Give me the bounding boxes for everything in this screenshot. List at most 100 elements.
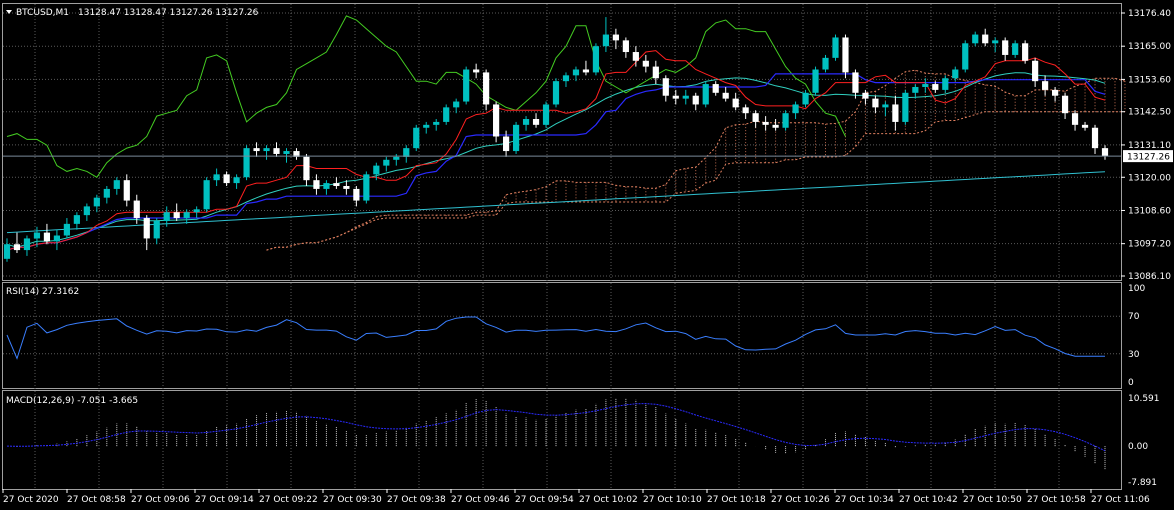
candle-body: [762, 121, 769, 125]
candle-body: [333, 183, 340, 187]
candle-body: [323, 183, 330, 189]
candle-body: [932, 84, 939, 90]
senkou-span-b: [266, 111, 1125, 251]
time-tick-label: 27 Oct 10:58: [1027, 495, 1086, 505]
candle-body: [143, 218, 150, 239]
candle-body: [1032, 60, 1039, 82]
candle-body: [962, 43, 969, 70]
macd-indicator: [6, 398, 1106, 471]
candle-body: [1012, 43, 1019, 55]
candle-body: [952, 69, 959, 79]
candle-body: [812, 69, 819, 93]
candle-body: [632, 52, 639, 61]
ohlc-label: 13128.47 13128.47 13127.26 13127.26: [78, 8, 259, 18]
candle-body: [502, 136, 510, 152]
candle-body: [662, 78, 669, 96]
price-panel-frame: [2, 3, 1122, 281]
rsi-panel-frame: [2, 282, 1122, 389]
candle-body: [1022, 43, 1029, 61]
macd-tick-label: -7.891: [1128, 478, 1157, 488]
macd-tick-label: 0.00: [1128, 442, 1148, 452]
time-tick-label: 27 Oct 09:30: [323, 495, 382, 505]
candle-body: [912, 86, 919, 93]
candle-body: [493, 104, 500, 137]
time-tick-label: 27 Oct 10:26: [771, 495, 830, 505]
candle-body: [93, 197, 100, 207]
chart-header: BTCUSD,M1 13128.47 13128.47 13127.26 131…: [6, 8, 259, 406]
time-tick-label: 27 Oct 10:02: [579, 495, 638, 505]
candle-body: [892, 104, 899, 122]
time-tick-label: 27 Oct 09:38: [387, 495, 446, 505]
indicator-lines: [6, 15, 1106, 251]
candle-body: [672, 95, 679, 99]
candle-body: [862, 92, 869, 99]
candle-body: [712, 84, 719, 93]
candle-body: [772, 124, 779, 128]
candle-body: [542, 104, 550, 125]
chart-canvas[interactable]: 13176.40 13165.00 13153.60 13142.50 13131.10…: [0, 0, 1174, 510]
candle-body: [922, 84, 929, 87]
candle-body: [83, 206, 90, 216]
candle-body: [1042, 81, 1049, 90]
candle-body: [622, 40, 629, 53]
candle-body: [393, 156, 400, 160]
candle-body: [253, 148, 260, 152]
candle-body: [163, 212, 170, 221]
price-tick-label: 13097.20: [1128, 240, 1171, 250]
candle-body: [213, 174, 220, 181]
candle-body: [73, 215, 80, 224]
candle-body: [532, 119, 540, 125]
candle-body: [153, 220, 160, 239]
price-axis: 13176.40 13165.00 13153.60 13142.50 13131.10…: [1121, 9, 1173, 488]
price-tick-label: 13131.10: [1128, 141, 1171, 151]
candle-body: [722, 92, 729, 99]
time-tick-label: 27 Oct 2020: [3, 495, 59, 505]
symbol-label: BTCUSD,M1: [16, 8, 69, 18]
candle-body: [652, 66, 659, 79]
candle-body: [1091, 127, 1099, 149]
candle-body: [832, 37, 839, 58]
candle-body: [692, 95, 699, 105]
candle-body: [1061, 95, 1069, 114]
candle-body: [483, 72, 490, 105]
candle-body: [992, 40, 999, 44]
candle-body: [463, 69, 470, 102]
macd-label: MACD(12,26,9) -7.051 -3.665: [6, 396, 138, 406]
price-tick-label: 13176.40: [1128, 9, 1171, 19]
macd-tick-label: 10.591: [1128, 394, 1160, 404]
price-tick-label: 13153.60: [1128, 75, 1171, 85]
candle-body: [193, 209, 200, 213]
candle-body: [203, 180, 210, 210]
time-tick-label: 27 Oct 10:50: [963, 495, 1022, 505]
candle-body: [233, 177, 240, 184]
time-tick-label: 27 Oct 10:10: [643, 495, 702, 505]
candle-body: [223, 174, 230, 184]
candle-body: [802, 92, 809, 105]
chikou-span-line: [6, 15, 846, 178]
price-tick-label: 13142.50: [1128, 108, 1171, 118]
candle-body: [473, 69, 480, 73]
candle-body: [642, 60, 649, 67]
time-tick-label: 27 Oct 08:58: [67, 495, 126, 505]
candle-body: [263, 148, 270, 152]
candle-body: [63, 223, 70, 236]
candle-body: [602, 34, 610, 47]
candle-body: [303, 156, 310, 181]
candle-body: [612, 34, 619, 41]
rsi-indicator: [3, 315, 1121, 360]
candle-body: [1081, 124, 1089, 128]
time-tick-label: 27 Oct 10:18: [707, 495, 766, 505]
candle-body: [792, 104, 799, 114]
candle-body: [822, 57, 829, 70]
candle-body: [413, 127, 420, 149]
time-tick-label: 27 Oct 10:42: [899, 495, 958, 505]
candle-body: [842, 37, 849, 73]
candle-body: [592, 46, 600, 73]
candle-body: [353, 188, 360, 201]
candle-body: [902, 92, 909, 122]
candle-body: [403, 148, 410, 157]
candle-body: [552, 81, 560, 105]
candle-body: [702, 84, 709, 105]
candle-body: [682, 95, 689, 99]
price-tick-label: 13086.10: [1128, 272, 1171, 282]
